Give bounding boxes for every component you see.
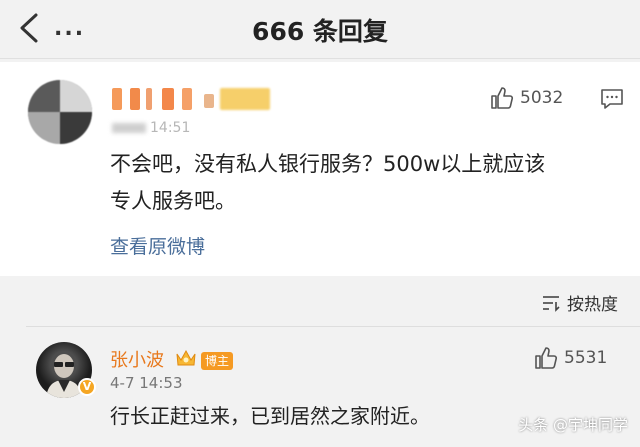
comment-text: 不会吧，没有私人银行服务？500w以上就应该 专人服务吧。	[110, 152, 546, 213]
comment-icon[interactable]	[600, 88, 624, 110]
thumbs-up-icon	[491, 87, 514, 109]
section-divider	[26, 326, 640, 327]
avatar[interactable]	[28, 80, 92, 144]
verified-badge: V	[78, 378, 96, 396]
crown-icon	[176, 349, 196, 366]
comment-date: 14:51	[112, 120, 190, 136]
reply-username[interactable]: 张小波	[110, 346, 164, 372]
like-count: 5032	[520, 88, 564, 108]
reply-text: 行长正赶过来，已到居然之家附近。	[110, 404, 430, 428]
author-tag: 博主	[201, 352, 234, 370]
reply-like-button[interactable]: 5531	[534, 346, 607, 370]
sort-by-hot-button[interactable]: 按热度	[541, 290, 618, 315]
view-original-link[interactable]: 查看原微博	[110, 232, 205, 259]
username-redacted[interactable]	[112, 88, 272, 114]
page-title: 666 条回复	[252, 17, 388, 46]
header-divider	[0, 58, 640, 59]
thumbs-up-icon	[535, 347, 558, 369]
reply-time: 4-7 14:53	[110, 374, 183, 392]
original-comment-card: 14:51 5032 不会吧，没有私人银行服务？500w以上就应该 专人服务吧。…	[0, 62, 640, 276]
sort-label: 按热度	[567, 295, 618, 315]
reply-like-count: 5531	[564, 348, 608, 368]
like-button[interactable]: 5032	[490, 86, 563, 110]
sort-bar: 按热度	[0, 286, 640, 320]
top-nav-bar: ... 666 条回复	[0, 0, 640, 58]
watermark: 头条 @宇坤同学	[518, 416, 628, 434]
sort-icon	[543, 295, 560, 312]
